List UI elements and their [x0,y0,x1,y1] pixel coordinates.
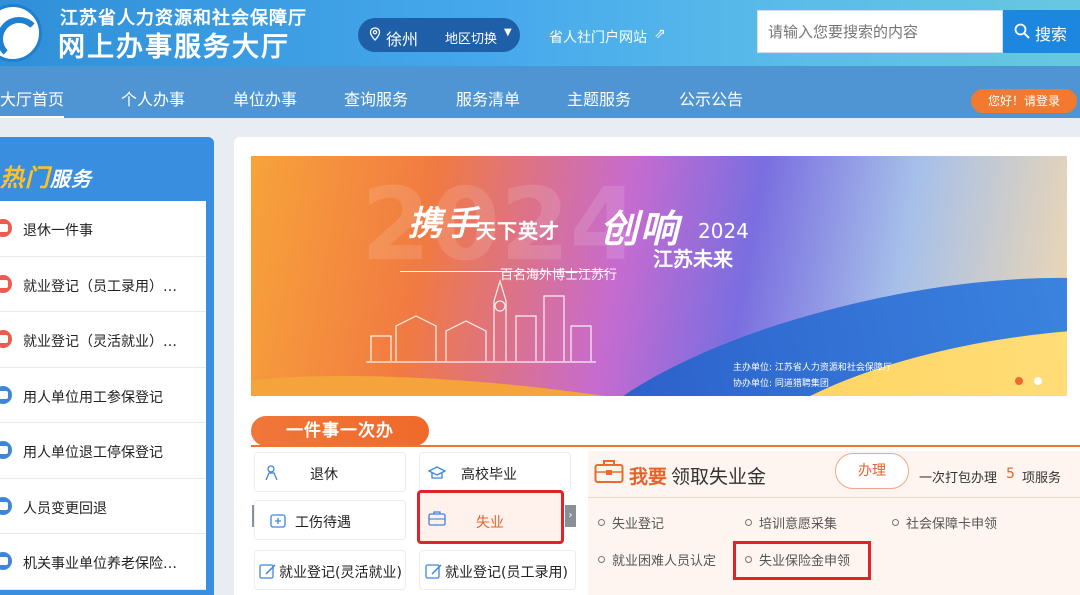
city-skyline-illustration [366,278,596,363]
location-pin-icon [369,27,381,41]
main-nav: 大厅首页 个人办事 单位办事 查询服务 服务清单 主题服务 公示公告 [0,66,1080,118]
nav-service-list[interactable]: 服务清单 [456,86,520,110]
handle-button[interactable]: 办理 [835,453,909,489]
service-employee-hiring[interactable]: 就业登记(员工录用) [419,550,576,590]
search-button-label: 搜索 [1035,27,1068,44]
briefcase-icon [428,511,446,526]
banner-headline-b: 天下英才 [476,219,560,243]
list-item-label: 用人单位退工停保登记 [23,445,163,461]
list-item[interactable]: 就业登记（员工录用）… [0,257,206,312]
list-item[interactable]: 就业登记（灵活就业）… [0,312,206,368]
region-switch-link[interactable]: 地区切换 [445,28,497,47]
edit-form-icon [259,564,276,579]
site-title[interactable]: 网上办事服务大厅 [58,25,290,64]
carousel-dot[interactable] [1034,377,1042,385]
panel-divider [588,497,1080,498]
edit-form-icon [425,564,442,579]
banner-organizer: 主办单位: 江苏省人力资源和社会保障厅 [733,363,892,373]
banner-subtitle: 江苏未来 [653,247,733,271]
pack-count: 5 [1006,466,1015,482]
nav-unit[interactable]: 单位办事 [233,86,297,110]
search-input[interactable] [757,10,1003,53]
graduate-cap-icon [428,466,446,479]
carousel-dot-active[interactable] [1015,377,1023,385]
banner-tagline: 百名海外博士江苏行 [500,268,618,283]
login-button[interactable]: 您好！请登录 [971,89,1077,113]
service-label: 高校毕业 [461,467,517,483]
list-item-label: 人员变更回退 [23,500,107,517]
section-divider [251,445,1080,447]
one-thing-title: 一件事一次办 [251,416,429,446]
list-item[interactable]: 用人单位用工参保登记 [0,368,206,423]
carousel-next-button[interactable]: › [565,505,576,527]
building-icon [0,385,12,404]
nav-personal[interactable]: 个人办事 [121,86,185,110]
caret-down-icon: ▼ [504,27,512,38]
nav-theme[interactable]: 主题服务 [567,86,631,110]
banner-year: 2024 [698,219,749,243]
hot-title-b: 服务 [50,167,92,191]
list-item[interactable]: 机关事业单位养老保险… [0,534,206,590]
site-header: 江苏省人力资源和社会保障厅 网上办事服务大厅 徐州 地区切换 ▼ 省人社门户网站… [0,0,1080,66]
highlight-box [733,541,871,580]
service-label: 就业登记(灵活就业) [279,565,402,581]
sub-service-item[interactable]: 培训意愿采集 [745,513,837,532]
service-unemployment[interactable]: 失业 [417,490,564,544]
portal-link[interactable]: 省人社门户网站 [549,27,647,47]
panel-title-prefix: 我要 [629,466,668,488]
document-icon [0,330,12,348]
list-item-label: 就业登记（员工录用）… [23,278,177,295]
document-icon [0,274,12,293]
current-city: 徐州 [386,30,419,49]
building-icon [0,552,12,570]
pack-prefix: 一次打包办理 [919,471,998,486]
service-flexible-employment[interactable]: 就业登记(灵活就业) [254,550,406,590]
service-label: 退休 [310,467,338,483]
nav-notice[interactable]: 公示公告 [679,86,743,110]
briefcase-icon [594,460,624,483]
external-share-icon[interactable]: ⇗ [654,26,666,42]
sub-service-item[interactable]: 就业困难人员认定 [598,550,716,569]
search-button[interactable]: 搜索 [1003,10,1080,53]
sub-service-item[interactable]: 失业登记 [598,513,664,532]
nav-query[interactable]: 查询服务 [344,86,408,110]
list-item[interactable]: 人员变更回退 [0,479,206,534]
hot-services-list: 退休一件事 就业登记（员工录用）… 就业登记（灵活就业）… 用人单位用工参保登记… [0,201,206,590]
location-selector[interactable]: 徐州 地区切换 ▼ [358,18,520,52]
sub-service-item[interactable]: 社会保障卡申领 [892,513,997,532]
list-item-label: 机关事业单位养老保险… [23,556,177,572]
list-item[interactable]: 用人单位退工停保登记 [0,423,206,479]
hot-title-a: 热门 [0,164,50,192]
ministry-logo-icon[interactable] [0,4,42,62]
building-icon [0,441,12,459]
injury-icon [270,514,286,528]
hot-services-title: 热门服务 [0,158,92,193]
nav-home[interactable]: 大厅首页 [0,86,65,118]
service-label: 工伤待遇 [295,515,351,531]
service-label: 失业 [476,515,504,531]
panel-title: 领取失业金 [671,466,767,488]
list-item-label: 就业登记（灵活就业）… [23,334,177,350]
event-banner[interactable]: 2024 [251,156,1067,396]
service-graduate[interactable]: 高校毕业 [419,452,571,492]
search-icon [1014,23,1030,39]
banner-headline-a: 携手 [408,204,480,244]
building-icon [0,496,12,515]
pack-suffix: 项服务 [1022,471,1062,486]
service-injury[interactable]: 工伤待遇 [254,500,406,540]
list-item-label: 用人单位用工参保登记 [23,389,163,406]
retirement-icon [265,465,278,481]
list-item[interactable]: 退休一件事 [0,201,206,257]
service-retirement[interactable]: 退休 [254,452,406,492]
service-label: 就业登记(员工录用) [445,565,568,581]
banner-co-organizer: 协办单位: 同道猎聘集团 [733,379,829,389]
list-item-label: 退休一件事 [23,223,93,239]
document-icon [0,219,12,237]
